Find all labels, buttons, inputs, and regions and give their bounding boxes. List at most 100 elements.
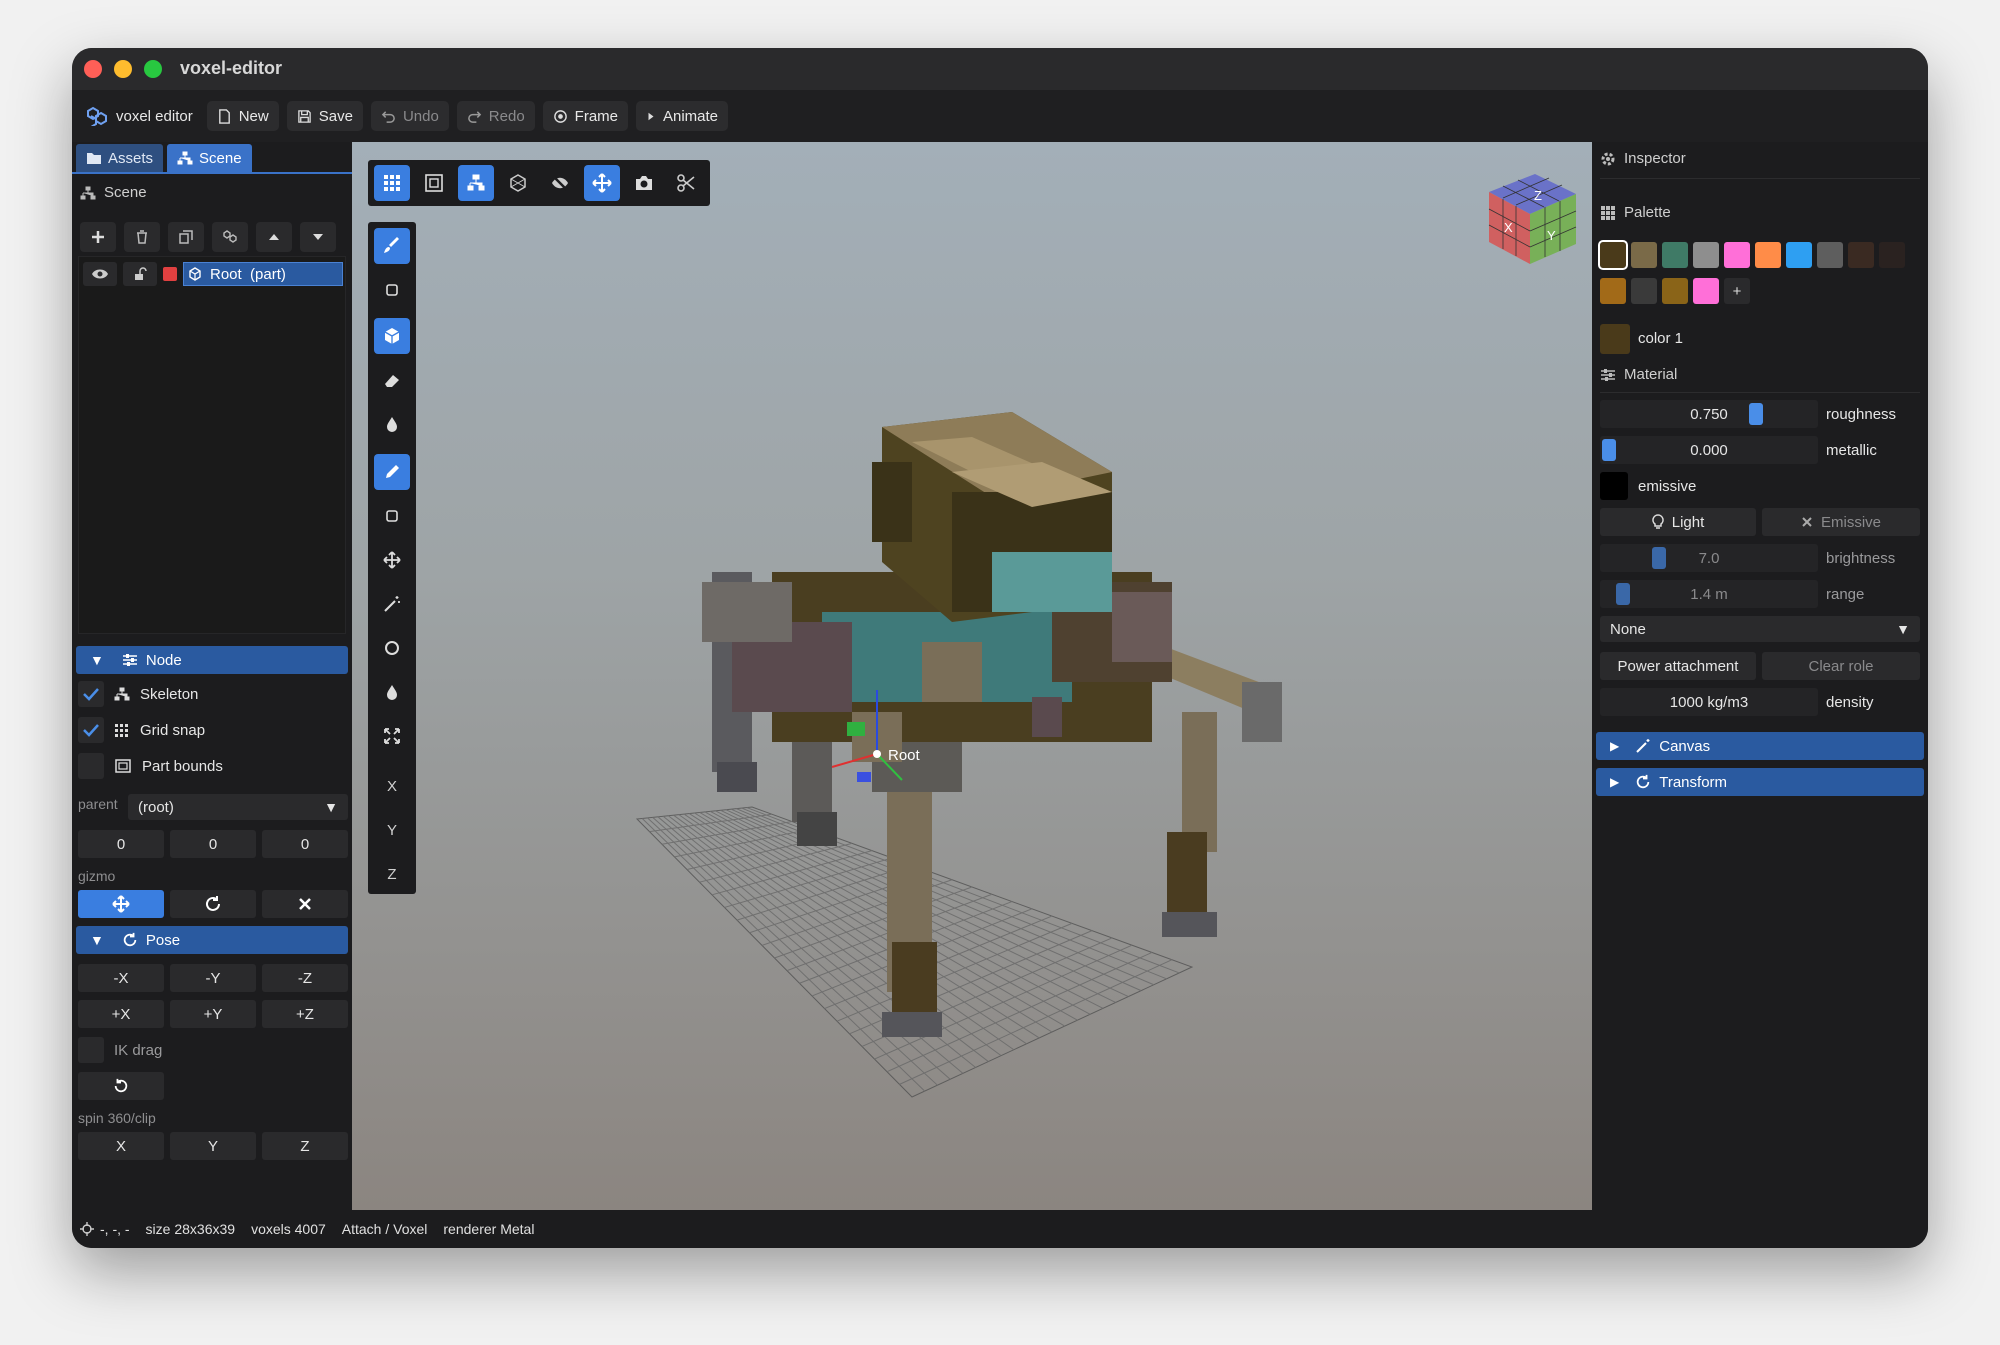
brush-tool[interactable] [374,228,410,264]
gizmo-move-button[interactable] [78,890,164,918]
range-slider[interactable]: 1.4 m [1600,580,1818,608]
palette-swatch[interactable] [1600,278,1626,304]
bounds-view-button[interactable] [416,165,452,201]
color-pick-tool[interactable] [374,674,410,710]
fill-tool[interactable] [374,406,410,442]
skeleton-checkbox[interactable]: Skeleton [78,680,198,708]
circle-tool[interactable] [374,630,410,666]
tab-scene[interactable]: Scene [167,144,252,172]
add-color-button[interactable]: + [1724,278,1750,304]
pose-section-header[interactable]: ▼ Pose [76,926,348,954]
pivot-x-field[interactable]: 0 [78,830,164,858]
new-button[interactable]: New [206,101,279,131]
node-section-header[interactable]: ▼ Node [76,646,348,674]
ik-drag-checkbox[interactable]: IK drag [78,1036,162,1064]
palette-swatch[interactable] [1631,242,1657,268]
select-rect-tool[interactable] [374,272,410,308]
redo-button[interactable]: Redo [456,101,535,131]
palette-swatch[interactable] [1724,242,1750,268]
roughness-slider[interactable]: 0.750 [1600,400,1818,428]
parent-select[interactable]: (root) ▼ [128,794,348,820]
gizmo-scale-button[interactable] [262,890,348,918]
palette-swatch[interactable] [1631,278,1657,304]
spin-y-button[interactable]: Y [170,1132,256,1160]
screenshot-button[interactable] [626,165,662,201]
3d-viewport[interactable]: Root Z X Y X Y Z [352,142,1592,1210]
emissive-button[interactable]: Emissive [1762,508,1920,536]
magic-wand-tool[interactable] [374,586,410,622]
palette-swatch[interactable] [1693,242,1719,268]
tab-assets[interactable]: Assets [76,144,164,172]
pivot-y-field[interactable]: 0 [170,830,256,858]
roughness-knob[interactable] [1749,403,1763,425]
metallic-slider[interactable]: 0.000 [1600,436,1818,464]
move-down-button[interactable] [300,222,336,252]
close-window-button[interactable] [84,60,102,78]
palette-swatch[interactable] [1598,240,1628,270]
palette-swatch[interactable] [1879,242,1905,268]
pose-plus-z-button[interactable]: +Z [262,1000,348,1028]
pose-minus-x-button[interactable]: -X [78,964,164,992]
pencil-tool[interactable] [374,454,410,490]
frame-button[interactable]: Frame [542,101,628,131]
pose-plus-x-button[interactable]: +X [78,1000,164,1028]
root-node-label[interactable]: Root (part) [183,262,343,286]
pose-plus-y-button[interactable]: +Y [170,1000,256,1028]
clear-role-button[interactable]: Clear role [1762,652,1920,680]
group-node-button[interactable] [212,222,248,252]
transform-section-header[interactable]: ▶ Transform [1596,768,1924,796]
metallic-knob[interactable] [1602,439,1616,461]
delete-node-button[interactable] [124,222,160,252]
part-bounds-checkbox[interactable]: Part bounds [78,752,223,780]
density-field[interactable]: 1000 kg/m3 [1600,688,1818,716]
role-select[interactable]: None ▼ [1600,616,1920,642]
brightness-slider[interactable]: 7.0 [1600,544,1818,572]
shape-tool[interactable] [374,498,410,534]
emissive-color-swatch[interactable] [1600,472,1628,500]
save-button[interactable]: Save [286,101,363,131]
tree-row-root[interactable]: Root (part) [83,261,343,287]
wireframe-view-button[interactable] [500,165,536,201]
palette-swatch[interactable] [1848,242,1874,268]
grid-view-button[interactable] [374,165,410,201]
animate-button[interactable]: Animate [636,101,729,131]
pivot-z-field[interactable]: 0 [262,830,348,858]
navigation-cube[interactable]: Z X Y [1488,174,1577,264]
add-node-button[interactable] [80,222,116,252]
eraser-tool[interactable] [374,362,410,398]
skeleton-view-button[interactable] [458,165,494,201]
node-color-swatch[interactable] [163,267,177,281]
move-mode-button[interactable] [584,165,620,201]
palette-swatch[interactable] [1817,242,1843,268]
cut-button[interactable] [668,165,704,201]
canvas-section-header[interactable]: ▶ Canvas [1596,732,1924,760]
undo-button[interactable]: Undo [370,101,449,131]
mirror-y-button[interactable]: Y [374,812,410,848]
zoom-window-button[interactable] [144,60,162,78]
minimize-window-button[interactable] [114,60,132,78]
palette-swatch[interactable] [1786,242,1812,268]
move-tool[interactable] [374,542,410,578]
brightness-knob[interactable] [1652,547,1666,569]
hide-view-button[interactable] [542,165,578,201]
expand-tool[interactable] [374,718,410,754]
voxel-tool[interactable] [374,318,410,354]
range-knob[interactable] [1616,583,1630,605]
grid-snap-checkbox[interactable]: Grid snap [78,716,205,744]
palette-swatch[interactable] [1693,278,1719,304]
lock-toggle[interactable] [123,262,157,286]
reset-pose-button[interactable] [78,1072,164,1100]
spin-x-button[interactable]: X [78,1132,164,1160]
mirror-z-button[interactable]: Z [374,856,410,892]
mirror-x-button[interactable]: X [374,768,410,804]
pose-minus-y-button[interactable]: -Y [170,964,256,992]
gizmo-rotate-button[interactable] [170,890,256,918]
power-attachment-button[interactable]: Power attachment [1600,652,1756,680]
light-button[interactable]: Light [1600,508,1756,536]
current-color-swatch[interactable] [1600,324,1630,354]
duplicate-node-button[interactable] [168,222,204,252]
pose-minus-z-button[interactable]: -Z [262,964,348,992]
palette-swatch[interactable] [1662,278,1688,304]
palette-swatch[interactable] [1755,242,1781,268]
palette-swatch[interactable] [1662,242,1688,268]
